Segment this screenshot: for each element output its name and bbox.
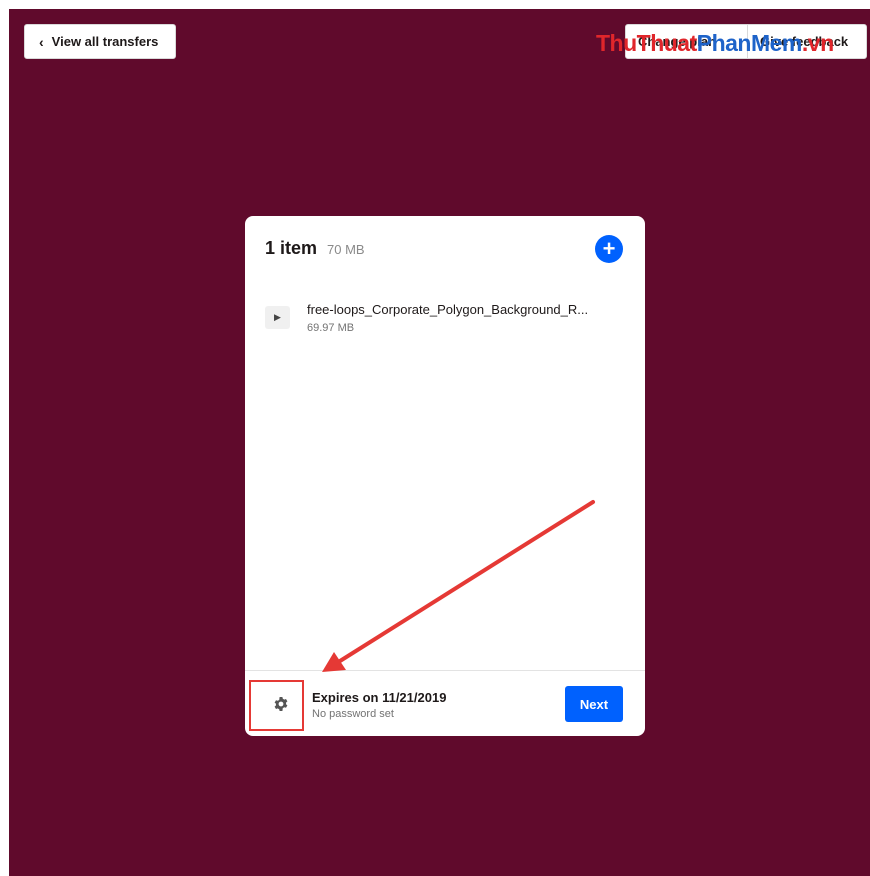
card-footer: Expires on 11/21/2019 No password set Ne… (245, 670, 645, 736)
gear-icon (274, 697, 288, 711)
card-header: 1 item 70 MB (265, 238, 365, 259)
change-plan-button[interactable]: Change plan (626, 25, 748, 58)
give-feedback-label: Give feedback (760, 34, 849, 49)
next-button[interactable]: Next (565, 686, 623, 722)
change-plan-label: Change plan (638, 34, 717, 49)
play-icon: ▶ (265, 306, 290, 329)
settings-button[interactable] (269, 692, 293, 716)
plus-icon: + (602, 236, 616, 261)
next-label: Next (579, 696, 609, 712)
chevron-left-icon: ‹ (39, 33, 44, 50)
transfer-card: 1 item 70 MB + ▶ free-loops_Corporate_Po… (245, 216, 645, 736)
file-size: 69.97 MB (307, 322, 355, 334)
top-right-buttons: Change plan Give feedback (625, 24, 867, 59)
password-status: No password set (312, 708, 394, 720)
view-all-transfers-label: View all transfers (51, 34, 159, 49)
file-name: free-loops_Corporate_Polygon_Background_… (307, 302, 589, 317)
file-list-item[interactable]: ▶ free-loops_Corporate_Polygon_Backgroun… (265, 302, 625, 336)
expiration-date: Expires on 11/21/2019 (312, 690, 447, 705)
add-files-button[interactable]: + (595, 235, 623, 263)
view-all-transfers-button[interactable]: ‹ View all transfers (24, 24, 176, 59)
give-feedback-button[interactable]: Give feedback (748, 25, 860, 58)
total-size: 70 MB (327, 242, 365, 257)
item-count: 1 item (265, 238, 318, 258)
